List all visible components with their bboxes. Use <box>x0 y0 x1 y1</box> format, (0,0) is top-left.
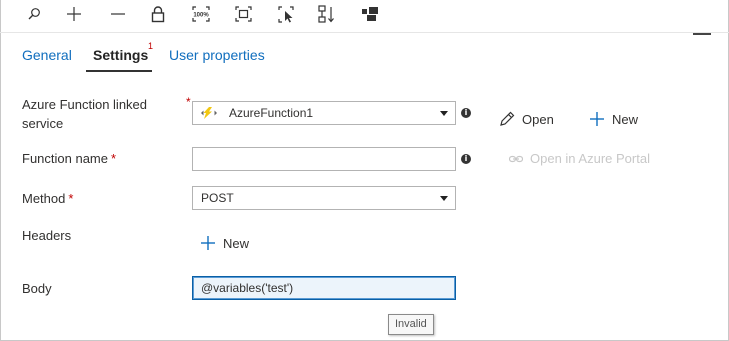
settings-error-badge: 1 <box>148 41 154 51</box>
arrange-icon[interactable] <box>315 4 339 24</box>
open-label: Open <box>522 111 554 127</box>
linked-service-required-mark: * <box>186 95 191 109</box>
add-icon <box>590 112 604 126</box>
headers-label: Headers <box>22 228 72 243</box>
toolbar-divider <box>0 32 729 33</box>
method-value: POST <box>201 191 234 205</box>
method-select[interactable]: POST <box>192 186 456 210</box>
open-in-azure-portal-label: Open in Azure Portal <box>530 151 650 166</box>
search-icon[interactable] <box>22 4 46 24</box>
layout-icon[interactable] <box>358 4 382 24</box>
function-name-input[interactable] <box>192 147 456 171</box>
active-tab-indicator <box>86 70 152 72</box>
new-header-label: New <box>223 235 250 251</box>
function-name-label-text: Function name <box>22 151 108 166</box>
function-name-label: Function name * <box>22 149 116 168</box>
new-label: New <box>612 111 639 127</box>
zoom-100-label: 100% <box>193 12 209 18</box>
body-input[interactable]: @variables('test') <box>192 276 456 300</box>
body-value: @variables('test') <box>201 281 294 295</box>
new-header-button[interactable]: New <box>200 235 249 251</box>
info-icon[interactable]: i <box>461 108 471 118</box>
method-label: Method * <box>22 189 73 208</box>
tab-general[interactable]: General <box>22 47 72 63</box>
linked-service-label: Azure Function linked service <box>22 97 148 131</box>
validation-tooltip: Invalid <box>388 314 434 335</box>
open-linked-service-button[interactable]: Open <box>499 111 554 127</box>
linked-service-select[interactable]: AzureFunction1 <box>192 101 456 125</box>
method-required-mark: * <box>68 191 74 206</box>
lock-icon[interactable] <box>146 4 170 24</box>
add-icon <box>201 236 215 250</box>
add-icon[interactable] <box>62 4 86 24</box>
tab-settings[interactable]: Settings <box>93 47 148 63</box>
minus-icon[interactable] <box>106 4 130 24</box>
chevron-down-icon <box>440 196 448 201</box>
info-icon[interactable]: i <box>461 154 471 164</box>
new-linked-service-button[interactable]: New <box>589 111 638 127</box>
function-name-required-mark: * <box>111 151 117 166</box>
link-icon <box>509 155 523 162</box>
open-in-azure-portal-button[interactable]: Open in Azure Portal <box>509 151 650 166</box>
chevron-down-icon <box>440 111 448 116</box>
collapse-handle[interactable] <box>693 33 711 35</box>
linked-service-value: AzureFunction1 <box>229 106 314 120</box>
select-icon[interactable] <box>274 4 298 24</box>
tab-user-properties[interactable]: User properties <box>169 47 265 63</box>
lightning-icon <box>201 107 217 119</box>
canvas-toolbar: 100% <box>0 0 729 32</box>
body-label: Body <box>22 281 52 296</box>
pencil-icon <box>500 111 515 126</box>
zoom-100-icon[interactable]: 100% <box>189 4 213 24</box>
method-label-text: Method <box>22 191 66 206</box>
fit-to-window-icon[interactable] <box>231 4 255 24</box>
